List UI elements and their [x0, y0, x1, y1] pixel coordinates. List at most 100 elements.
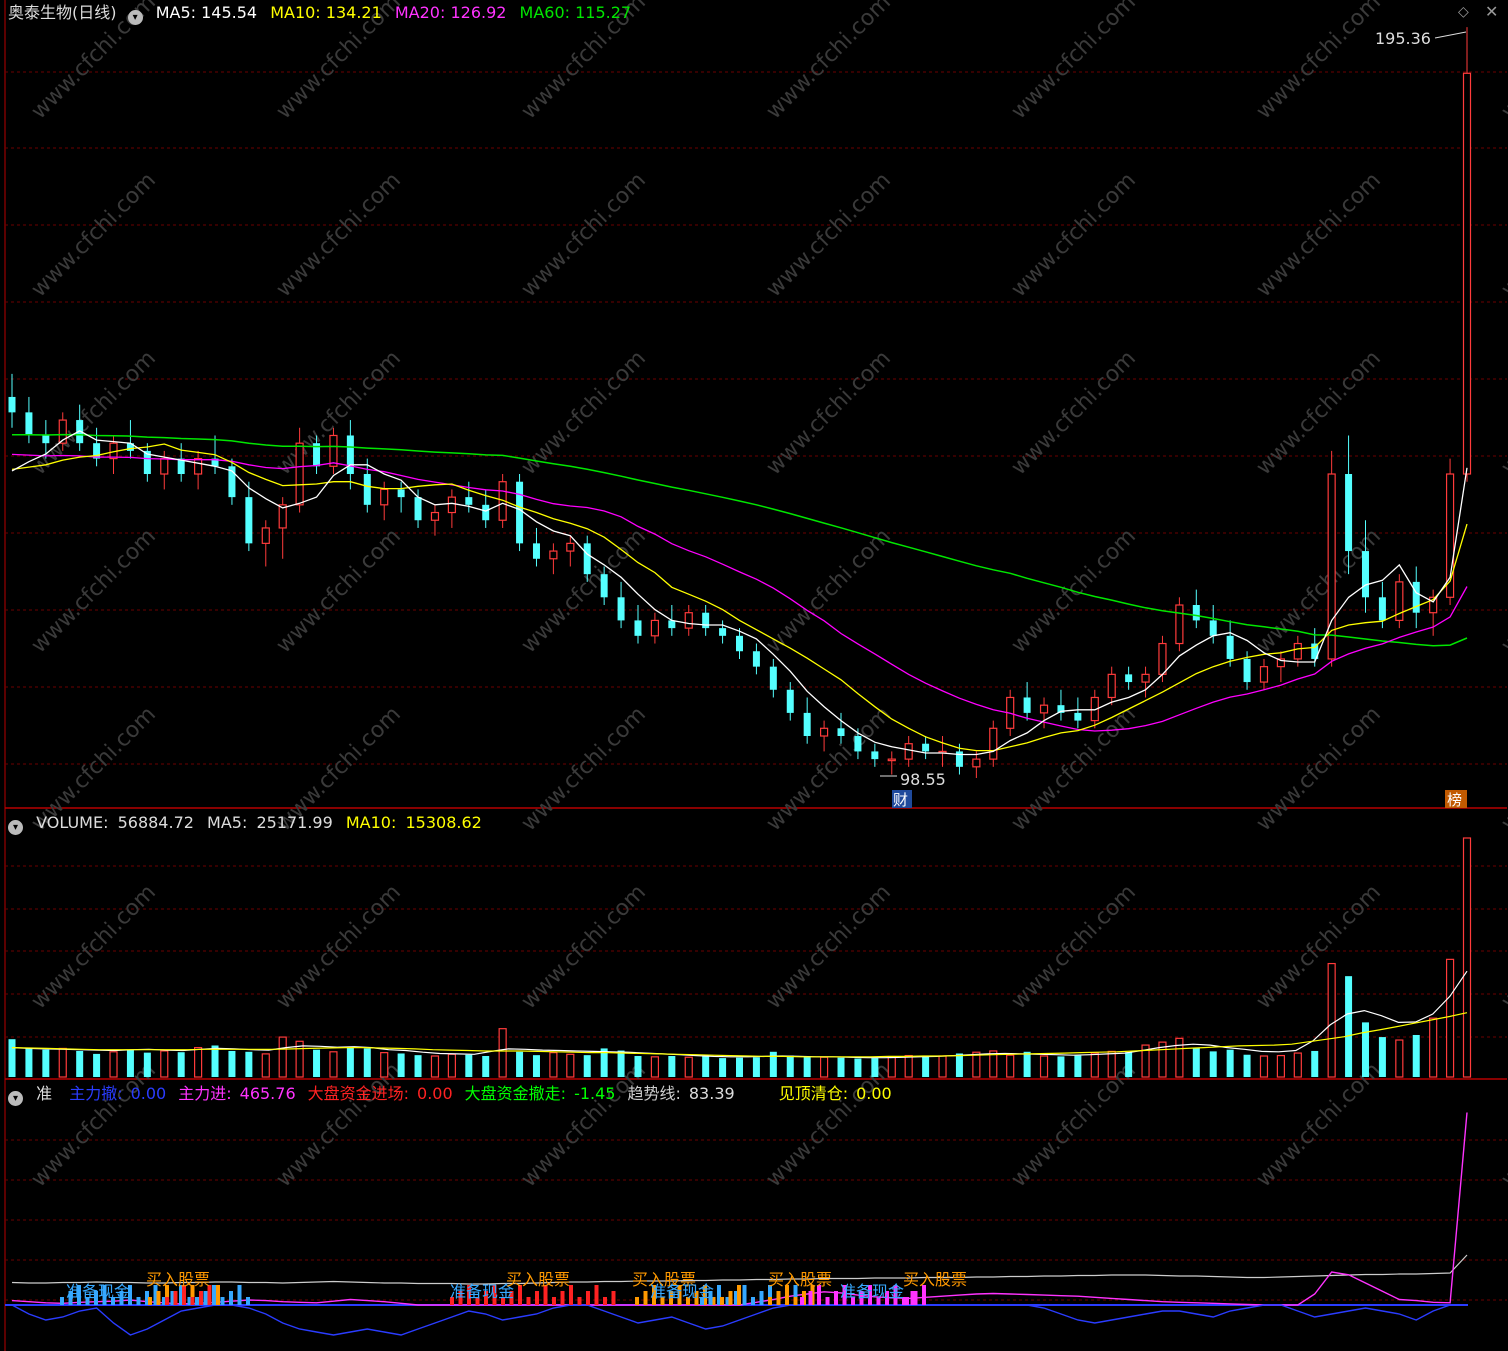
candle-down	[837, 728, 845, 737]
volume-bar-up	[904, 1054, 913, 1078]
volume-bar-down	[1361, 1022, 1369, 1077]
candle-down	[769, 666, 777, 690]
candle-down	[668, 620, 676, 629]
volume-bar-up	[1107, 1050, 1116, 1078]
signal-bar	[216, 1285, 220, 1305]
volume-bar-up	[1090, 1052, 1099, 1078]
signal-bar	[246, 1297, 250, 1305]
volume-bar-down	[313, 1049, 321, 1077]
low-price-label: 98.55	[900, 770, 946, 789]
volume-bar-down	[1243, 1054, 1251, 1077]
volume-bar-down	[1226, 1049, 1234, 1077]
candle-up	[1039, 704, 1049, 714]
volume-bar-up	[566, 1053, 575, 1078]
indicator-item-value: 465.76	[239, 1084, 296, 1103]
signal-label: 准备现金	[450, 1282, 514, 1301]
volume-bar-up	[1395, 1039, 1404, 1078]
volume-bar-up	[549, 1052, 558, 1078]
candle-down	[736, 635, 743, 652]
volume-value: 56884.72	[117, 813, 194, 832]
volume-bar-up	[58, 1047, 67, 1078]
indicator-item: 主力撤:	[69, 1084, 123, 1103]
candle-down	[583, 543, 591, 575]
volume-bar-down	[397, 1053, 405, 1077]
candle-down	[719, 628, 727, 636]
candle-up	[1462, 72, 1472, 475]
volume-bar-down	[1378, 1037, 1386, 1077]
signal-bar	[203, 1291, 208, 1305]
volume-bar-down	[1192, 1047, 1200, 1077]
candle-down	[1243, 658, 1251, 683]
ma10-value: 134.21	[325, 3, 382, 22]
stock-name[interactable]: 奥泰生物(日线)	[8, 3, 117, 22]
candle-down	[871, 751, 879, 760]
indicator-item-value: 83.39	[688, 1084, 735, 1103]
candle-down	[1345, 474, 1353, 552]
candle-down	[397, 489, 405, 498]
candle-up	[1293, 642, 1302, 660]
candle-up	[1158, 642, 1167, 675]
indicator-item: 主力进:	[178, 1084, 232, 1103]
candle-down	[600, 574, 608, 598]
candle-down	[414, 497, 422, 521]
circle-chevron-icon[interactable]: ▾	[127, 10, 143, 25]
signal-bar	[165, 1297, 169, 1305]
diamond-icon[interactable]: ◇	[1458, 4, 1469, 20]
ma20-value: 126.92	[450, 3, 507, 22]
signal-bar	[535, 1291, 539, 1305]
volume-header: ▾ VOLUME: 56884.72 MA5: 25171.99 MA10: 1…	[8, 813, 490, 835]
price-header: 奥泰生物(日线) ▾ MA5: 145.54 MA10: 134.21 MA20…	[8, 3, 639, 25]
indicator-item-value: -1.45	[574, 1084, 616, 1103]
volume-bar-down	[363, 1048, 371, 1077]
volume-bar-down	[719, 1058, 727, 1077]
volume-bar-down	[955, 1053, 963, 1077]
volume-bar-down	[532, 1055, 540, 1077]
volume-bar-down	[922, 1056, 930, 1077]
volume-bar-up	[1039, 1055, 1049, 1078]
signal-bar	[825, 1297, 830, 1305]
circle-chevron-icon[interactable]: ▾	[8, 820, 23, 835]
close-icon[interactable]: ✕	[1485, 2, 1498, 21]
candle-down	[1226, 635, 1234, 659]
candle-down	[532, 543, 540, 559]
candle-up	[819, 727, 829, 737]
candle-down	[8, 396, 16, 413]
volume-bar-up	[278, 1036, 287, 1078]
volume-bar-down	[1412, 1034, 1420, 1077]
signal-bar	[768, 1297, 772, 1305]
signal-bar	[611, 1291, 616, 1305]
candle-down	[1209, 620, 1217, 636]
signal-bar	[759, 1291, 764, 1305]
circle-chevron-icon[interactable]: ▾	[8, 1091, 23, 1106]
candle-up	[904, 743, 913, 760]
candle-up	[160, 457, 169, 475]
volume-bar-down	[668, 1055, 676, 1077]
candle-down	[363, 474, 371, 505]
candle-up	[1259, 666, 1269, 683]
indicator-item: 趋势线:	[627, 1084, 681, 1103]
candle-down	[482, 504, 490, 521]
volume-bar-up	[380, 1052, 389, 1078]
volume-bar-down	[414, 1055, 422, 1077]
candle-up	[566, 542, 575, 552]
volume-bar-down	[126, 1049, 134, 1077]
ma5-label: MA5:	[155, 3, 197, 22]
signal-bar	[737, 1285, 741, 1305]
signal-bar	[526, 1297, 531, 1305]
indicator-item: 大盘资金撤走:	[464, 1084, 567, 1103]
rank-badge[interactable]: 榜	[1447, 791, 1462, 809]
volume-bar-down	[516, 1051, 524, 1077]
volume-bar-down	[736, 1057, 743, 1077]
volume-bar-down	[25, 1047, 33, 1077]
volume-bar-down	[617, 1050, 625, 1077]
volume-bar-down	[465, 1054, 473, 1077]
volume-bar-down	[1345, 976, 1353, 1077]
volume-ma10-label: MA10:	[345, 813, 397, 832]
candle-down	[922, 743, 930, 752]
volume-bar-up	[938, 1055, 947, 1078]
signal-bar	[603, 1297, 607, 1305]
signal-label: 准备现金	[840, 1282, 904, 1301]
volume-ma10-value: 15308.62	[405, 813, 482, 832]
stock-chart[interactable]: www.cfchi.com www.cfchi.com www.cfchi.com w…	[0, 0, 1508, 1351]
finance-badge[interactable]: 财	[893, 791, 908, 809]
